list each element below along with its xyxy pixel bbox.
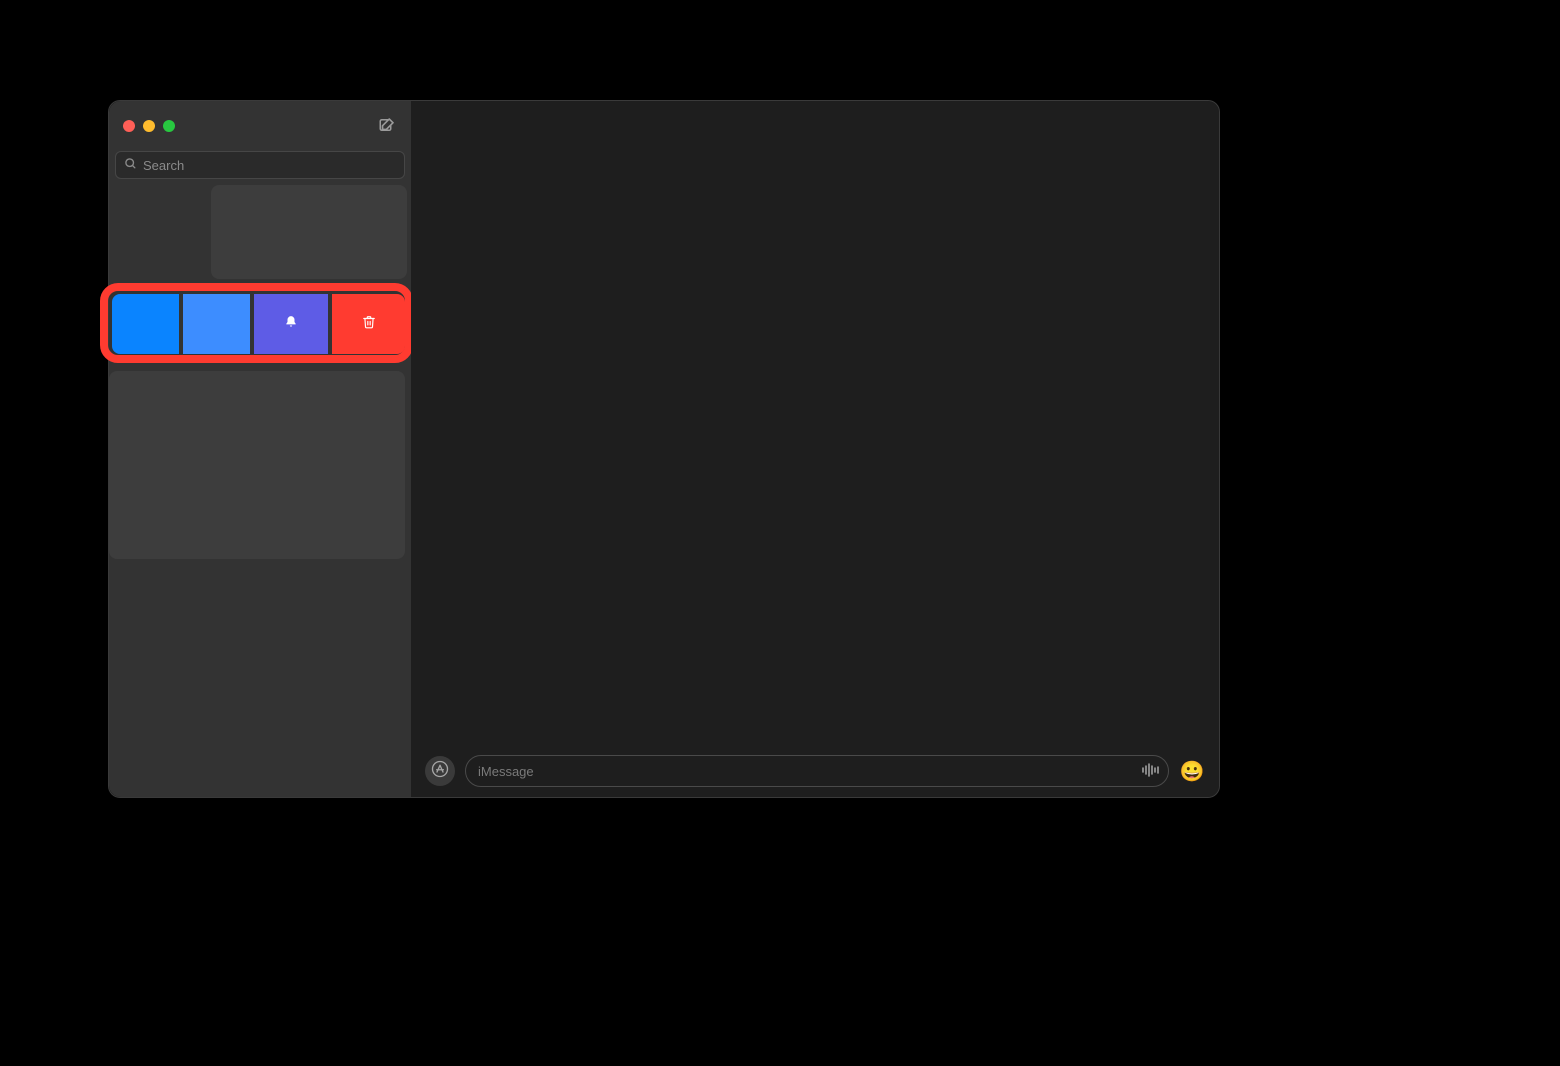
trash-icon (362, 315, 376, 334)
message-input[interactable]: iMessage (465, 755, 1169, 787)
swipe-action-mute[interactable] (254, 294, 328, 354)
window-controls (123, 120, 175, 132)
compose-icon (378, 116, 396, 139)
conversation-pane: iMessage 😀 (411, 101, 1219, 797)
search-wrap: Search (115, 151, 405, 179)
message-placeholder: iMessage (478, 764, 534, 779)
sidebar-toolbar (109, 101, 411, 151)
waveform-icon (1141, 763, 1161, 780)
fullscreen-button[interactable] (163, 120, 175, 132)
close-button[interactable] (123, 120, 135, 132)
apps-button[interactable] (425, 756, 455, 786)
swipe-action-delete[interactable] (332, 294, 405, 354)
bell-icon (284, 315, 298, 334)
swipe-actions-row (112, 294, 405, 354)
list-item[interactable] (211, 185, 407, 279)
message-input-bar: iMessage 😀 (425, 755, 1205, 787)
search-input[interactable]: Search (115, 151, 405, 179)
sidebar: Search (109, 101, 411, 797)
app-store-icon (431, 760, 449, 783)
minimize-button[interactable] (143, 120, 155, 132)
emoji-button[interactable]: 😀 (1179, 758, 1205, 784)
list-item[interactable] (109, 371, 405, 559)
compose-button[interactable] (377, 117, 397, 137)
search-icon (124, 157, 137, 173)
search-placeholder: Search (143, 158, 396, 173)
swipe-action-pin[interactable] (183, 294, 250, 354)
conversation-list (109, 185, 411, 797)
swipe-action-hide[interactable] (112, 294, 179, 354)
messages-window: Search (108, 100, 1220, 798)
dictation-button[interactable] (1138, 758, 1164, 784)
emoji-icon: 😀 (1180, 759, 1205, 784)
